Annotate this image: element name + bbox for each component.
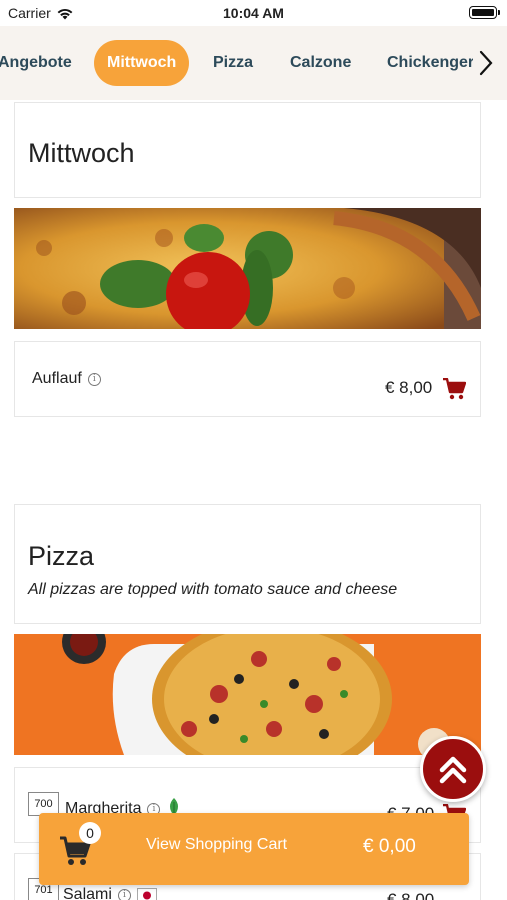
mittwoch-banner-image <box>14 208 481 329</box>
info-icon[interactable]: i <box>87 372 101 386</box>
section-description: All pizzas are topped with tomato sauce … <box>28 581 398 598</box>
cart-total: € 0,00 <box>363 836 416 857</box>
section-title: Pizza <box>28 541 95 571</box>
item-price: € 8,00 <box>387 890 435 900</box>
item-name-label: Salami <box>63 886 112 900</box>
scroll-right-button[interactable] <box>473 48 499 78</box>
pizza-banner-image <box>14 634 481 755</box>
view-shopping-cart-button[interactable]: 0 View Shopping Cart € 0,00 <box>39 813 469 885</box>
menu-item-auflauf[interactable]: Auflauf i € 8,00 <box>14 341 481 417</box>
scroll-to-top-button[interactable] <box>420 736 486 802</box>
cart-icon <box>443 377 467 400</box>
tab-pizza[interactable]: Pizza <box>213 40 253 86</box>
section-header-mittwoch: Mittwoch <box>14 102 481 198</box>
double-chevron-up-icon <box>439 756 467 784</box>
chevron-right-icon <box>479 50 493 76</box>
add-to-cart-button[interactable] <box>443 377 467 405</box>
item-name: Salami i <box>63 886 157 900</box>
status-bar: Carrier 10:04 AM <box>0 0 507 26</box>
category-tab-bar: Angebote Mittwoch Pizza Calzone Chickeng… <box>0 26 507 100</box>
tab-mittwoch[interactable]: Mittwoch <box>94 40 190 86</box>
cart-count-badge: 0 <box>79 822 101 844</box>
battery-icon <box>469 6 500 19</box>
item-name: Auflauf i <box>32 370 101 388</box>
tab-chickengeri[interactable]: Chickengeri <box>387 40 479 86</box>
tab-angebote[interactable]: Angebote <box>0 40 72 86</box>
tab-calzone[interactable]: Calzone <box>290 40 351 86</box>
info-icon[interactable]: i <box>117 888 131 900</box>
status-time: 10:04 AM <box>223 5 284 21</box>
item-name-label: Auflauf <box>32 370 82 387</box>
item-price: € 8,00 <box>385 378 433 397</box>
section-header-pizza: Pizza All pizzas are topped with tomato … <box>14 504 481 624</box>
section-title: Mittwoch <box>28 138 135 168</box>
flag-icon <box>136 887 157 900</box>
cart-label: View Shopping Cart <box>146 836 288 853</box>
